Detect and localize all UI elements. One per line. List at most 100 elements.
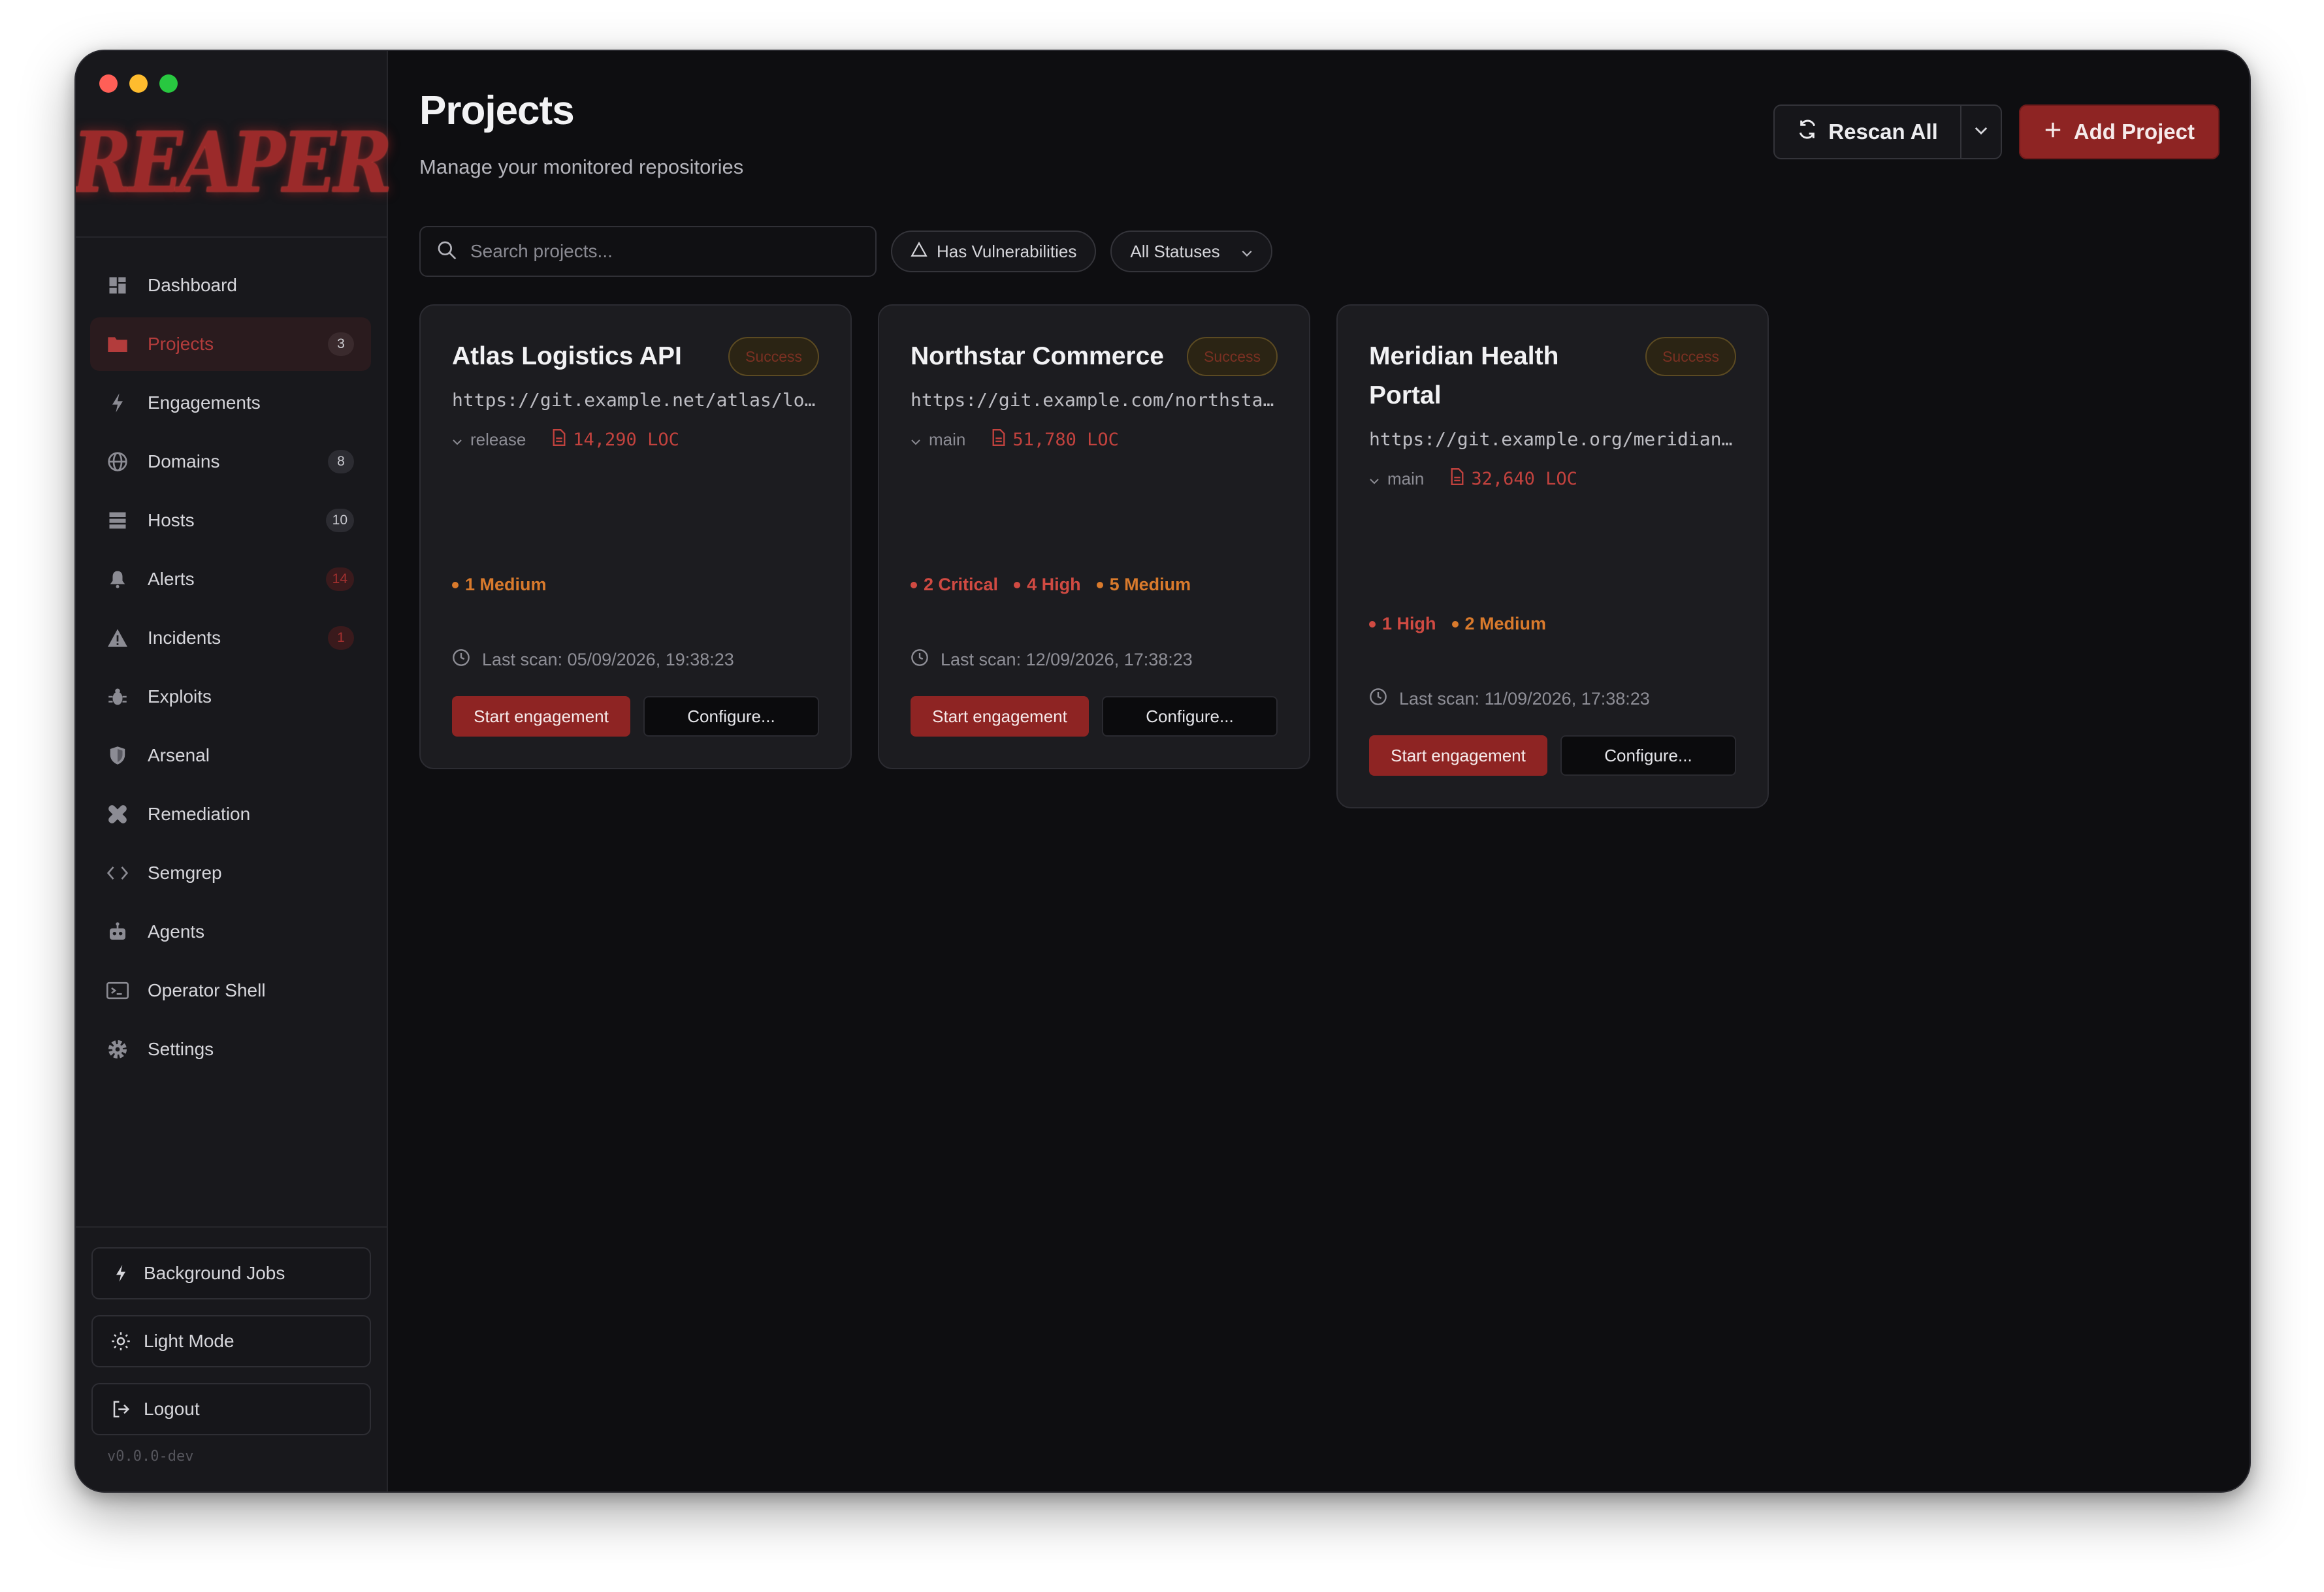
- background-jobs-button[interactable]: Background Jobs: [91, 1247, 371, 1299]
- status-select[interactable]: All Statuses: [1110, 231, 1272, 272]
- project-card[interactable]: Northstar Commerce Success https://git.e…: [878, 304, 1310, 769]
- warning-icon: [911, 241, 928, 262]
- vuln-critical: 2 Critical: [911, 575, 998, 595]
- file-icon: [552, 429, 566, 451]
- nav-count-badge: 14: [325, 567, 354, 591]
- vuln-medium: 5 Medium: [1096, 575, 1191, 595]
- sidebar-item-projects[interactable]: Projects 3: [90, 317, 371, 371]
- bandage-icon: [106, 803, 129, 826]
- close-window-button[interactable]: [99, 74, 118, 93]
- chevron-down-icon: [1369, 469, 1380, 489]
- configure-button[interactable]: Configure...: [1560, 735, 1736, 776]
- file-icon: [992, 429, 1006, 451]
- sidebar-item-exploits[interactable]: Exploits: [90, 670, 371, 724]
- background-jobs-label: Background Jobs: [144, 1263, 285, 1283]
- sidebar-item-label: Engagements: [148, 392, 261, 413]
- branch-name: main: [929, 430, 966, 449]
- sidebar-item-label: Hosts: [148, 510, 195, 530]
- sidebar-item-hosts[interactable]: Hosts 10: [90, 494, 371, 547]
- has-vulnerabilities-label: Has Vulnerabilities: [937, 241, 1077, 261]
- vuln-high: 1 High: [1369, 614, 1436, 634]
- project-title: Meridian Health Portal: [1369, 342, 1559, 409]
- start-engagement-button[interactable]: Start engagement: [911, 696, 1089, 737]
- loc-count: 51,780 LOC: [1012, 430, 1119, 450]
- sidebar-item-label: Alerts: [148, 569, 195, 589]
- sidebar-item-settings[interactable]: Settings: [90, 1023, 371, 1076]
- last-scan-text: Last scan: 11/09/2026, 17:38:23: [1399, 689, 1650, 708]
- search-box: [419, 226, 877, 277]
- last-scan-text: Last scan: 12/09/2026, 17:38:23: [941, 650, 1193, 669]
- branch-name: main: [1387, 469, 1425, 488]
- sidebar-nav: Dashboard Projects 3 Engagements Domains…: [90, 259, 371, 1081]
- vuln-high: 4 High: [1014, 575, 1081, 595]
- loc-count: 14,290 LOC: [573, 430, 679, 450]
- sidebar-item-incidents[interactable]: Incidents 1: [90, 611, 371, 665]
- start-engagement-button[interactable]: Start engagement: [452, 696, 630, 737]
- logout-label: Logout: [144, 1399, 200, 1419]
- chevron-down-icon: [452, 430, 462, 450]
- sidebar-item-label: Agents: [148, 921, 205, 942]
- sidebar: REAPER Dashboard Projects 3 Engagements …: [76, 51, 393, 1491]
- loc-label: 14,290 LOC: [552, 429, 679, 451]
- rescan-all-button[interactable]: Rescan All: [1775, 106, 1960, 158]
- clock-icon: [911, 648, 929, 671]
- vulnerability-summary: 1 High 2 Medium: [1369, 614, 1736, 634]
- sidebar-item-label: Operator Shell: [148, 980, 266, 1000]
- rescan-options-button[interactable]: [1960, 106, 2001, 158]
- vulnerability-summary: 1 Medium: [452, 575, 819, 595]
- sidebar-item-label: Arsenal: [148, 745, 210, 765]
- app-logo[interactable]: REAPER: [76, 115, 393, 212]
- bug-icon: [106, 685, 129, 708]
- shield-icon: [106, 744, 129, 767]
- nav-count-badge: 3: [328, 332, 354, 356]
- project-card[interactable]: Atlas Logistics API Success https://git.…: [419, 304, 852, 769]
- bolt-icon: [106, 391, 129, 415]
- minimize-window-button[interactable]: [129, 74, 148, 93]
- logout-button[interactable]: Logout: [91, 1383, 371, 1435]
- loc-label: 51,780 LOC: [992, 429, 1119, 451]
- search-icon: [436, 240, 457, 264]
- rescan-split-button: Rescan All: [1773, 104, 2002, 159]
- vuln-medium: 1 Medium: [452, 575, 547, 595]
- sidebar-item-agents[interactable]: Agents: [90, 905, 371, 959]
- project-url: https://git.example.org/meridian/health-…: [1369, 428, 1736, 450]
- start-engagement-button[interactable]: Start engagement: [1369, 735, 1547, 776]
- sidebar-item-alerts[interactable]: Alerts 14: [90, 552, 371, 606]
- vulnerability-summary: 2 Critical 4 High 5 Medium: [911, 575, 1278, 595]
- configure-button[interactable]: Configure...: [643, 696, 819, 737]
- rescan-all-label: Rescan All: [1828, 119, 1938, 144]
- logout-icon: [111, 1397, 131, 1421]
- folder-icon: [106, 332, 129, 356]
- file-icon: [1450, 468, 1464, 490]
- add-project-button[interactable]: Add Project: [2018, 104, 2219, 159]
- sidebar-item-remediation[interactable]: Remediation: [90, 788, 371, 841]
- project-grid: Atlas Logistics API Success https://git.…: [419, 304, 1769, 808]
- app-window: REAPER Dashboard Projects 3 Engagements …: [74, 50, 2251, 1493]
- configure-button[interactable]: Configure...: [1101, 696, 1278, 737]
- last-scan-text: Last scan: 05/09/2026, 19:38:23: [482, 650, 734, 669]
- project-card[interactable]: Meridian Health Portal Success https://g…: [1336, 304, 1769, 808]
- branch-label: main: [1369, 469, 1424, 489]
- branch-name: release: [470, 430, 526, 449]
- sidebar-item-dashboard[interactable]: Dashboard: [90, 259, 371, 312]
- sidebar-item-engagements[interactable]: Engagements: [90, 376, 371, 430]
- page-subtitle: Manage your monitored repositories: [419, 155, 744, 178]
- sidebar-item-operator-shell[interactable]: Operator Shell: [90, 964, 371, 1017]
- status-badge: Success: [1645, 337, 1736, 376]
- refresh-icon: [1797, 119, 1818, 145]
- sidebar-item-semgrep[interactable]: Semgrep: [90, 846, 371, 900]
- light-mode-button[interactable]: Light Mode: [91, 1315, 371, 1367]
- sidebar-item-domains[interactable]: Domains 8: [90, 435, 371, 488]
- nav-count-badge: 1: [328, 626, 354, 650]
- status-select-value: All Statuses: [1130, 241, 1220, 261]
- clock-icon: [1369, 688, 1387, 710]
- sidebar-item-arsenal[interactable]: Arsenal: [90, 729, 371, 782]
- search-input[interactable]: [470, 241, 860, 262]
- sidebar-item-label: Projects: [148, 334, 214, 354]
- window-controls: [99, 74, 178, 93]
- terminal-icon: [106, 979, 129, 1002]
- main-content: Projects Manage your monitored repositor…: [389, 51, 2250, 1491]
- chevron-down-icon: [1241, 242, 1253, 262]
- maximize-window-button[interactable]: [159, 74, 178, 93]
- has-vulnerabilities-filter[interactable]: Has Vulnerabilities: [891, 231, 1097, 272]
